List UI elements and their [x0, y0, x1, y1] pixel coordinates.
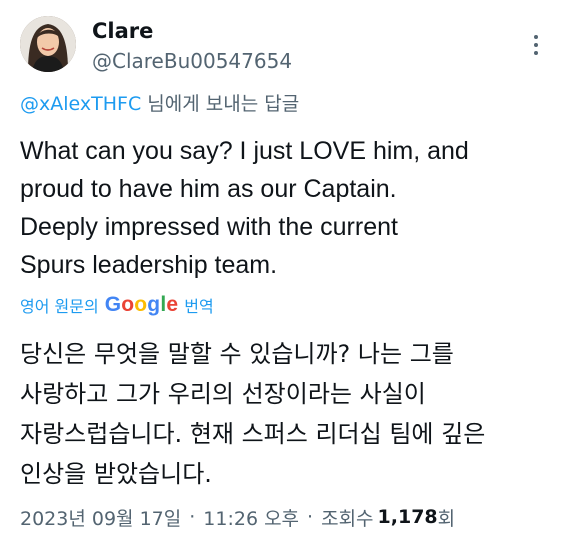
translate-prefix: 영어 원문의: [20, 297, 99, 316]
translated-line: 사랑하고 그가 우리의 선장이라는 사실이: [20, 380, 426, 408]
tweet-date[interactable]: 2023년 09월 17일: [20, 504, 181, 531]
tweet-meta: 2023년 09월 17일 · 11:26 오후 · 조회수 1,178 회: [20, 502, 455, 532]
tweet-line: What can you say? I just LOVE him, and: [20, 137, 469, 165]
tweet-line: Spurs leadership team.: [20, 251, 278, 279]
avatar[interactable]: [20, 16, 76, 72]
views-count[interactable]: 1,178: [378, 506, 438, 528]
reply-mention-link[interactable]: @xAlexTHFC: [20, 93, 141, 115]
translated-line: 당신은 무엇을 말할 수 있습니까? 나는 그를: [20, 340, 454, 368]
display-name[interactable]: Clare: [92, 18, 153, 44]
views-label: 조회수: [321, 507, 374, 530]
more-dot: [534, 35, 538, 39]
reply-to: @xAlexTHFC 님에게 보내는 답글: [20, 92, 299, 116]
tweet-line: proud to have him as our Captain.: [20, 175, 397, 203]
tweet-text: What can you say? I just LOVE him, and p…: [20, 132, 550, 284]
tweet-time[interactable]: 11:26 오후: [203, 504, 299, 531]
more-dot: [534, 43, 538, 47]
google-logo: Google: [104, 293, 179, 316]
translated-text: 당신은 무엇을 말할 수 있습니까? 나는 그를 사랑하고 그가 우리의 선장이…: [20, 334, 550, 494]
translate-attribution[interactable]: 영어 원문의 Google 번역: [20, 290, 214, 320]
views-suffix: 회: [437, 507, 456, 530]
reply-suffix: 님에게 보내는 답글: [141, 93, 300, 115]
user-handle[interactable]: @ClareBu00547654: [92, 48, 292, 74]
translate-suffix: 번역: [184, 297, 214, 316]
translated-line: 자랑스럽습니다. 현재 스퍼스 리더십 팀에 깊은: [20, 420, 486, 448]
tweet-header: Clare @ClareBu00547654: [20, 14, 550, 84]
tweet: Clare @ClareBu00547654 @xAlexTHFC 님에게 보내…: [0, 0, 564, 550]
separator-dot: ·: [189, 506, 196, 528]
more-vertical-icon[interactable]: [526, 32, 546, 58]
more-dot: [534, 51, 538, 55]
tweet-line: Deeply impressed with the current: [20, 213, 398, 241]
separator-dot: ·: [307, 506, 314, 528]
translated-line: 인상을 받았습니다.: [20, 460, 212, 488]
